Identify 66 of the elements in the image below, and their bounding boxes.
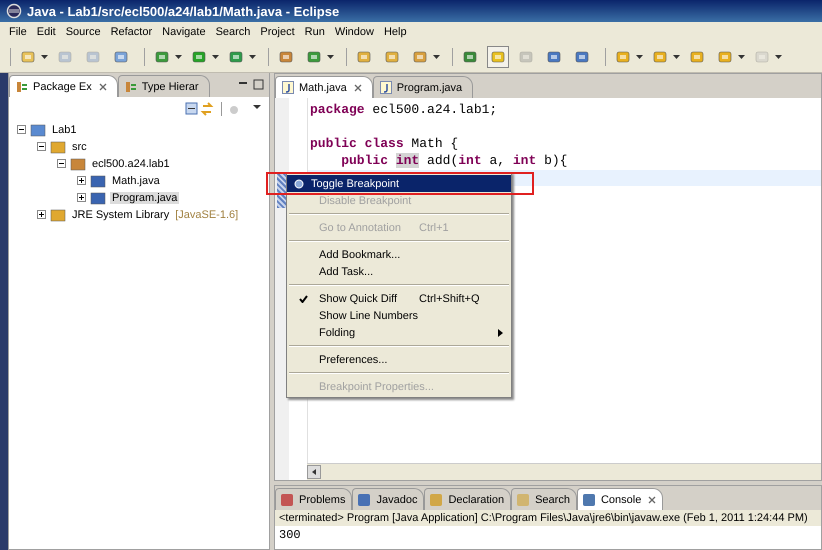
menu-item[interactable]: Help: [378, 26, 412, 38]
close-icon[interactable]: [354, 84, 362, 92]
view-tab[interactable]: Javadoc: [352, 488, 424, 510]
menu-item[interactable]: Show Quick Diff Ctrl+Shift+Q: [287, 290, 511, 307]
tree-item[interactable]: Math.java: [110, 174, 162, 186]
view-toolbar-icon[interactable]: [185, 101, 263, 117]
horizontal-scrollbar[interactable]: [307, 463, 821, 480]
close-icon[interactable]: [648, 496, 656, 504]
scroll-left-icon[interactable]: [307, 465, 321, 479]
eclipse-logo-icon: [6, 3, 22, 19]
menu-item[interactable]: Toggle Breakpoint: [287, 175, 511, 192]
menu-item[interactable]: File: [4, 26, 32, 38]
view-tab[interactable]: Type Hierar: [118, 75, 210, 97]
tree-item-decoration: [JavaSE-1.6]: [175, 208, 238, 220]
dropdown-arrow-icon[interactable]: [212, 55, 219, 59]
editor-tab[interactable]: Math.java: [275, 76, 373, 98]
code-line: public int add(int a, int b){: [340, 153, 568, 170]
menu-item[interactable]: Preferences...: [287, 351, 511, 368]
menu-item[interactable]: Search: [210, 26, 256, 38]
expand-icon[interactable]: [37, 210, 46, 219]
view-tab[interactable]: Console: [576, 488, 664, 510]
tree-view-icon: [16, 80, 28, 92]
expand-icon[interactable]: [77, 193, 86, 202]
collapse-icon[interactable]: [37, 142, 46, 151]
dropdown-arrow-icon[interactable]: [738, 55, 745, 59]
menu-item[interactable]: Source: [60, 26, 106, 38]
tree-view-icon: [124, 80, 137, 92]
menu-item[interactable]: Project: [255, 26, 300, 38]
menu-item[interactable]: Run: [300, 26, 330, 38]
tree-item[interactable]: JRE System Library: [70, 208, 172, 220]
dropdown-arrow-icon[interactable]: [327, 55, 334, 59]
window-title: Java - Lab1/src/ecl500/a24/lab1/Math.java - Eclipse: [27, 4, 340, 18]
tree-item[interactable]: ecl500.a24.lab1: [90, 158, 172, 170]
code-line: public class Math {: [310, 136, 460, 153]
minimize-maximize-icon[interactable]: [237, 79, 265, 91]
menu-item[interactable]: Folding: [287, 324, 511, 341]
menu-item[interactable]: Add Bookmark...: [287, 246, 511, 263]
view-tab[interactable]: Problems: [275, 488, 352, 510]
tree-item[interactable]: Program.java: [110, 192, 180, 204]
close-icon[interactable]: [98, 82, 107, 90]
highlighter-button[interactable]: [487, 46, 509, 68]
editor-tab[interactable]: Program.java: [372, 76, 474, 98]
view-tab[interactable]: Search: [511, 488, 577, 510]
menu-item[interactable]: Edit: [32, 26, 61, 38]
dropdown-arrow-icon[interactable]: [636, 55, 643, 59]
dropdown-arrow-icon[interactable]: [41, 55, 48, 59]
breakpoint-icon: [294, 178, 304, 188]
console-status: <terminated> Program [Java Application] C:\Program Files\Java\jre6\bin\javaw.exe (Feb 1, 2011 1:24:44 PM): [275, 510, 821, 526]
collapse-icon[interactable]: [57, 159, 66, 168]
console-output: 300: [278, 527, 302, 544]
view-tab[interactable]: Declaration: [424, 488, 512, 510]
menu-item[interactable]: Show Line Numbers: [287, 307, 511, 324]
view-tab[interactable]: Package Ex: [9, 75, 118, 97]
collapse-icon[interactable]: [17, 125, 26, 134]
menu-item[interactable]: Navigate: [157, 26, 211, 38]
menu-item[interactable]: Refactor: [106, 26, 158, 38]
menu-item[interactable]: Window: [330, 26, 379, 38]
menu-item[interactable]: Add Task...: [287, 263, 511, 280]
dropdown-arrow-icon[interactable]: [175, 55, 182, 59]
tree-item[interactable]: src: [70, 140, 89, 152]
dropdown-arrow-icon[interactable]: [673, 55, 680, 59]
dropdown-arrow-icon[interactable]: [433, 55, 440, 59]
tree-item[interactable]: Lab1: [50, 124, 78, 136]
code-line: package ecl500.a24.lab1;: [310, 102, 498, 119]
dropdown-arrow-icon[interactable]: [249, 55, 256, 59]
expand-icon[interactable]: [77, 176, 86, 185]
